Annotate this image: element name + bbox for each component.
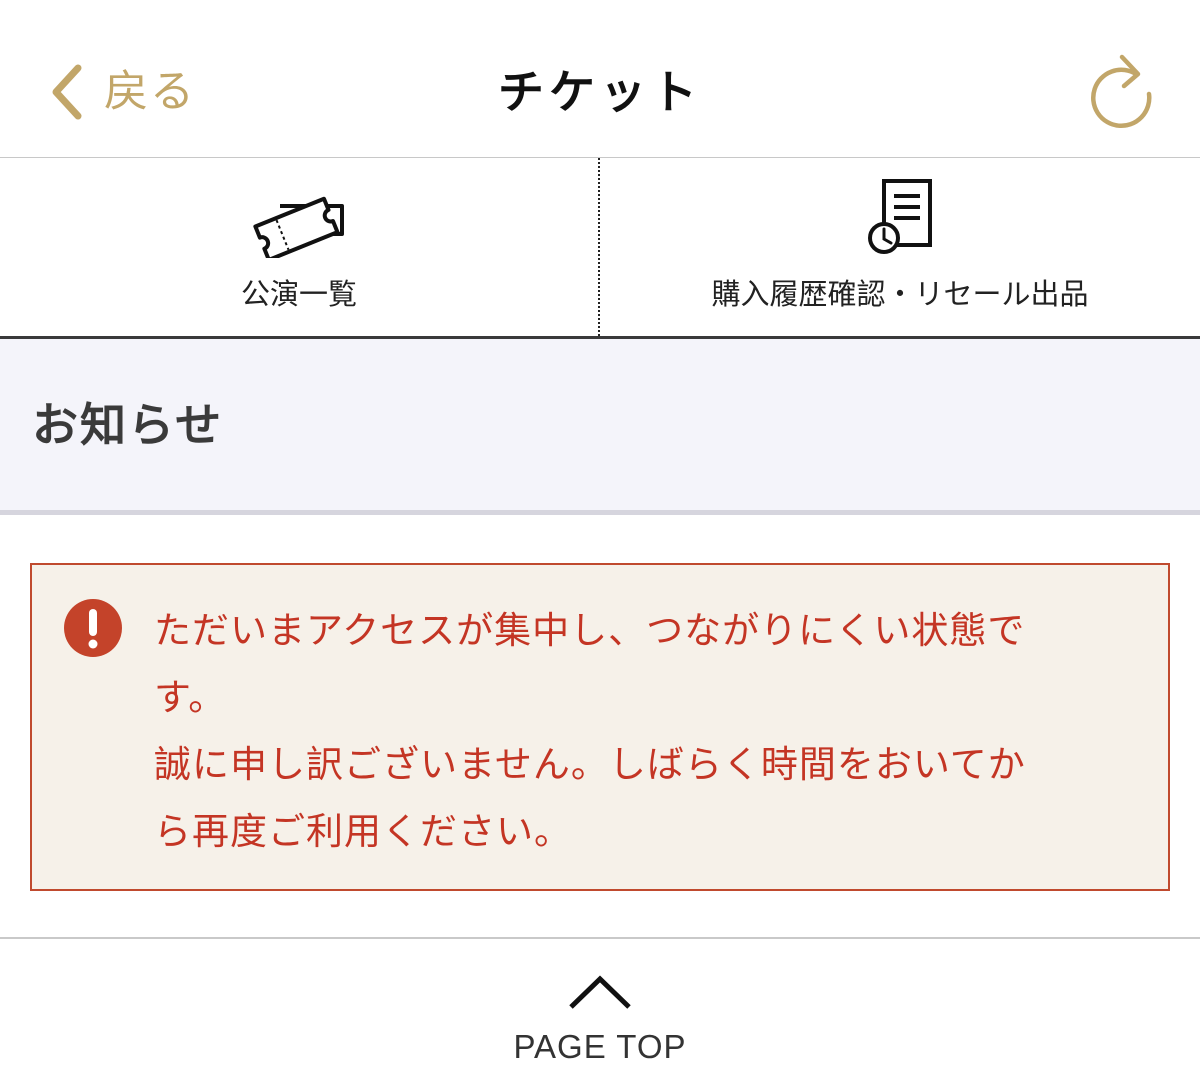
- alert-message-line: す。: [154, 676, 227, 719]
- alert-message-line: ら再度ご利用ください。: [154, 810, 572, 853]
- navigation-header: 戻る チケット: [0, 0, 1200, 158]
- tab-purchase-history[interactable]: 購入履歴確認・リセール出品: [598, 158, 1200, 336]
- back-label: 戻る: [104, 66, 196, 117]
- page-title: チケット: [498, 65, 702, 119]
- alert-box: ただいまアクセスが集中し、つながりにくい状態で す。 誠に申し訳ございません。し…: [30, 563, 1170, 891]
- reload-button[interactable]: [1088, 54, 1158, 130]
- alert-message: ただいまアクセスが集中し、つながりにくい状態で す。 誠に申し訳ございません。し…: [154, 597, 1154, 865]
- reload-icon: [1091, 54, 1152, 129]
- notice-section-header: お知らせ: [0, 339, 1200, 515]
- page-top-button[interactable]: PAGE TOP: [0, 937, 1200, 1082]
- alert-message-line: ただいまアクセスが集中し、つながりにくい状態で: [154, 609, 1026, 652]
- back-button[interactable]: 戻る: [46, 54, 196, 130]
- chevron-left-icon: [52, 64, 82, 120]
- ticket-icon: [253, 196, 344, 258]
- alert-message-line: 誠に申し訳ございません。しばらく時間をおいてか: [154, 743, 1026, 786]
- tab-bar: 公演一覧 購入履歴確認・リセール出品: [0, 158, 1200, 339]
- receipt-clock-icon: [868, 179, 932, 254]
- tab-label: 購入履歴確認・リセール出品: [711, 277, 1089, 311]
- exclamation-circle-icon: [64, 599, 122, 657]
- notice-title: お知らせ: [32, 398, 224, 452]
- tab-performance-list[interactable]: 公演一覧: [0, 158, 598, 336]
- page-top-label: PAGE TOP: [513, 1028, 687, 1065]
- tab-label: 公演一覧: [240, 277, 357, 311]
- chevron-up-icon: [569, 975, 631, 1009]
